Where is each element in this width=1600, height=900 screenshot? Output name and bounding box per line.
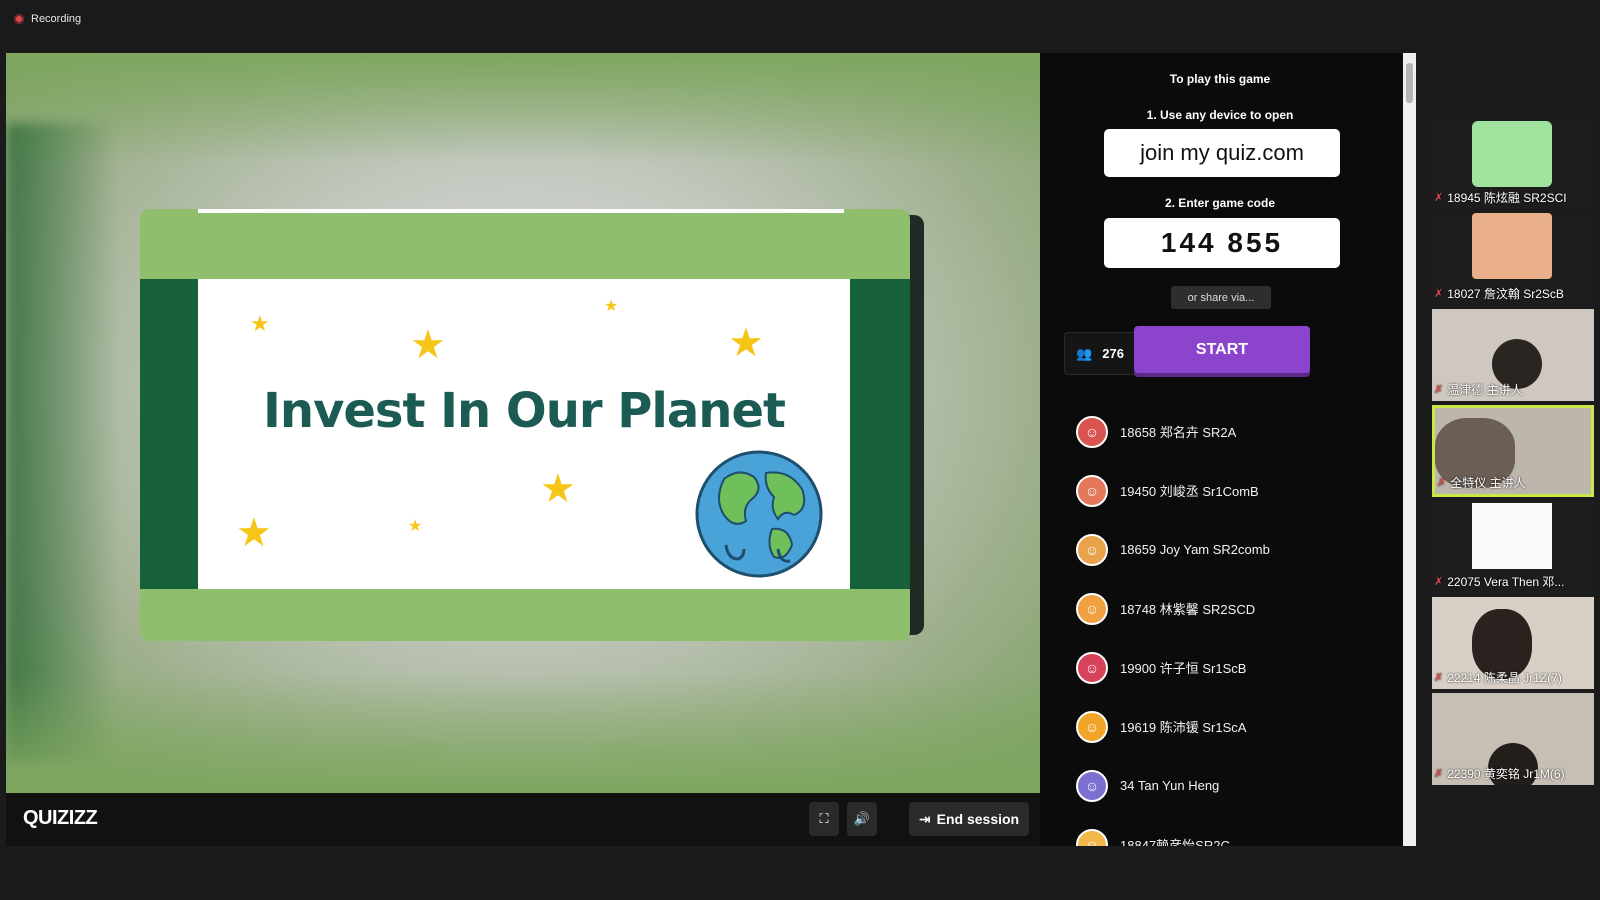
record-dot-icon — [14, 14, 24, 24]
video-tile-label: ✗ 全特仪 主讲人 — [1437, 476, 1526, 490]
list-item[interactable]: ☺ 19900 许子恒 Sr1ScB — [1076, 638, 1386, 697]
player-name: 34 Tan Yun Heng — [1120, 778, 1220, 793]
player-name: 19450 刘峻丞 Sr1ComB — [1120, 484, 1259, 499]
video-tile[interactable]: ✗ 18027 詹汶翰 Sr2ScB — [1432, 213, 1594, 305]
player-name: 19619 陈沛锾 Sr1ScA — [1120, 720, 1247, 735]
list-item[interactable]: ☺ 18658 郑名卉 SR2A — [1076, 402, 1386, 461]
slide-title: Invest In Our Planet — [263, 383, 786, 439]
star-icon: ★ — [250, 311, 270, 336]
player-list: ☺ 18658 郑名卉 SR2A ☺ 19450 刘峻丞 Sr1ComB ☺ 1… — [1076, 402, 1386, 846]
avatar: ☺ — [1076, 769, 1108, 802]
avatar: ☺ — [1076, 474, 1108, 507]
mic-muted-icon: ✗ — [1434, 576, 1444, 588]
list-item[interactable]: ☺ 18748 林紫馨 SR2SCD — [1076, 579, 1386, 638]
recording-indicator[interactable]: Recording — [14, 13, 81, 25]
mic-muted-icon: ✗ — [1437, 477, 1447, 489]
share-button[interactable]: or share via... — [1171, 286, 1271, 309]
earth-icon — [695, 450, 823, 578]
list-item[interactable]: ☺ 19450 刘峻丞 Sr1ComB — [1076, 461, 1386, 520]
avatar: ☺ — [1076, 651, 1108, 684]
player-name: 18748 林紫馨 SR2SCD — [1120, 602, 1256, 617]
video-tile-label: ✗ 温津德 主讲人 — [1434, 383, 1523, 397]
avatar: ☺ — [1076, 710, 1108, 743]
video-tile[interactable]: ✗ 18945 陈炫融 SR2SCI — [1432, 117, 1594, 209]
participant-avatar-image — [1472, 213, 1552, 279]
video-tile-label: ✗ 22075 Vera Then 邓... — [1434, 575, 1565, 589]
end-session-label: End session — [936, 811, 1020, 827]
panel-scrollbar[interactable] — [1403, 53, 1416, 846]
top-bar: Recording — [0, 0, 1600, 52]
video-tile-label: ✗ 18027 詹汶翰 Sr2ScB — [1434, 287, 1564, 301]
participant-count: 👥 276 — [1064, 332, 1136, 375]
start-button[interactable]: START — [1134, 326, 1310, 373]
join-url-box[interactable]: join my quiz.com — [1104, 129, 1340, 177]
player-name: 19900 许子恒 Sr1ScB — [1120, 661, 1247, 676]
list-item[interactable]: ☺ 19619 陈沛锾 Sr1ScA — [1076, 697, 1386, 756]
exit-icon: ⇥ — [918, 810, 931, 827]
video-tile-label: ✗ 18945 陈炫融 SR2SCI — [1434, 191, 1567, 205]
video-tile[interactable]: ✗ 温津德 主讲人 — [1432, 309, 1594, 401]
player-name: 18847赖彦怡SR2C — [1120, 838, 1230, 846]
list-item[interactable]: ☺ 18659 Joy Yam SR2comb — [1076, 520, 1386, 579]
game-code-box[interactable]: 144 855 — [1104, 218, 1340, 268]
star-icon: ★ — [408, 518, 423, 535]
slide-content: ★ ★ ★ ★ ★ ★ ★ Invest In Our Planet — [198, 279, 850, 589]
star-icon: ★ — [728, 321, 764, 365]
fullscreen-button[interactable]: ⛶ — [809, 802, 839, 836]
star-icon: ★ — [236, 511, 272, 555]
end-session-button[interactable]: ⇥ End session — [909, 802, 1029, 836]
star-icon: ★ — [410, 323, 446, 367]
fullscreen-icon: ⛶ — [819, 811, 829, 826]
panel-heading: To play this game — [1169, 72, 1271, 86]
video-tile-label: ✗ 22390 黄奕铭 Jr1M(6) — [1434, 767, 1565, 781]
star-icon: ★ — [604, 298, 619, 315]
participant-avatar-image — [1472, 121, 1552, 187]
volume-icon: 🔊 — [853, 811, 871, 826]
join-panel: To play this game 1. Use any device to o… — [1040, 53, 1403, 846]
list-item[interactable]: ☺ 34 Tan Yun Heng — [1076, 756, 1386, 815]
star-icon: ★ — [540, 467, 576, 511]
participant-videos: ✗ 18945 陈炫融 SR2SCI ✗ 18027 詹汶翰 Sr2ScB ✗ 温津德… — [1432, 117, 1594, 789]
participant-share-image — [1472, 503, 1552, 569]
player-name: 18659 Joy Yam SR2comb — [1120, 542, 1270, 557]
volume-button[interactable]: 🔊 — [847, 802, 877, 836]
avatar: ☺ — [1076, 415, 1108, 448]
video-tile[interactable]: ✗ 22075 Vera Then 邓... — [1432, 501, 1594, 593]
avatar: ☺ — [1076, 828, 1108, 846]
video-tile[interactable]: ✗ 22390 黄奕铭 Jr1M(6) — [1432, 693, 1594, 785]
list-item[interactable]: ☺ 18847赖彦怡SR2C — [1076, 815, 1386, 846]
recording-label: Recording — [31, 13, 82, 25]
bottom-toolbar: QUIZIZZ ⛶ 🔊 ⇥ End session — [6, 793, 1040, 846]
step1-label: 1. Use any device to open — [1146, 108, 1294, 122]
mic-muted-icon: ✗ — [1434, 288, 1444, 300]
mic-muted-icon: ✗ — [1434, 384, 1444, 396]
avatar: ☺ — [1076, 592, 1108, 625]
scrollbar-thumb[interactable] — [1406, 63, 1413, 103]
step2-label: 2. Enter game code — [1164, 196, 1276, 210]
player-name: 18658 郑名卉 SR2A — [1120, 425, 1237, 440]
avatar: ☺ — [1076, 533, 1108, 566]
presentation-stage: ★ ★ ★ ★ ★ ★ ★ Invest In Our Planet — [6, 53, 1040, 793]
participant-count-value: 276 — [1102, 346, 1124, 361]
video-tile-active-speaker[interactable]: ✗ 全特仪 主讲人 — [1432, 405, 1594, 497]
slide: ★ ★ ★ ★ ★ ★ ★ Invest In Our Planet — [140, 209, 910, 641]
quizizz-logo: QUIZIZZ — [23, 807, 98, 829]
mic-muted-icon: ✗ — [1434, 672, 1444, 684]
mic-muted-icon: ✗ — [1434, 192, 1444, 204]
mic-muted-icon: ✗ — [1434, 768, 1444, 780]
users-icon: 👥 — [1076, 345, 1093, 361]
video-tile[interactable]: ✗ 22214 陈柔晶 Jr1Z(7) — [1432, 597, 1594, 689]
video-tile-label: ✗ 22214 陈柔晶 Jr1Z(7) — [1434, 671, 1562, 685]
